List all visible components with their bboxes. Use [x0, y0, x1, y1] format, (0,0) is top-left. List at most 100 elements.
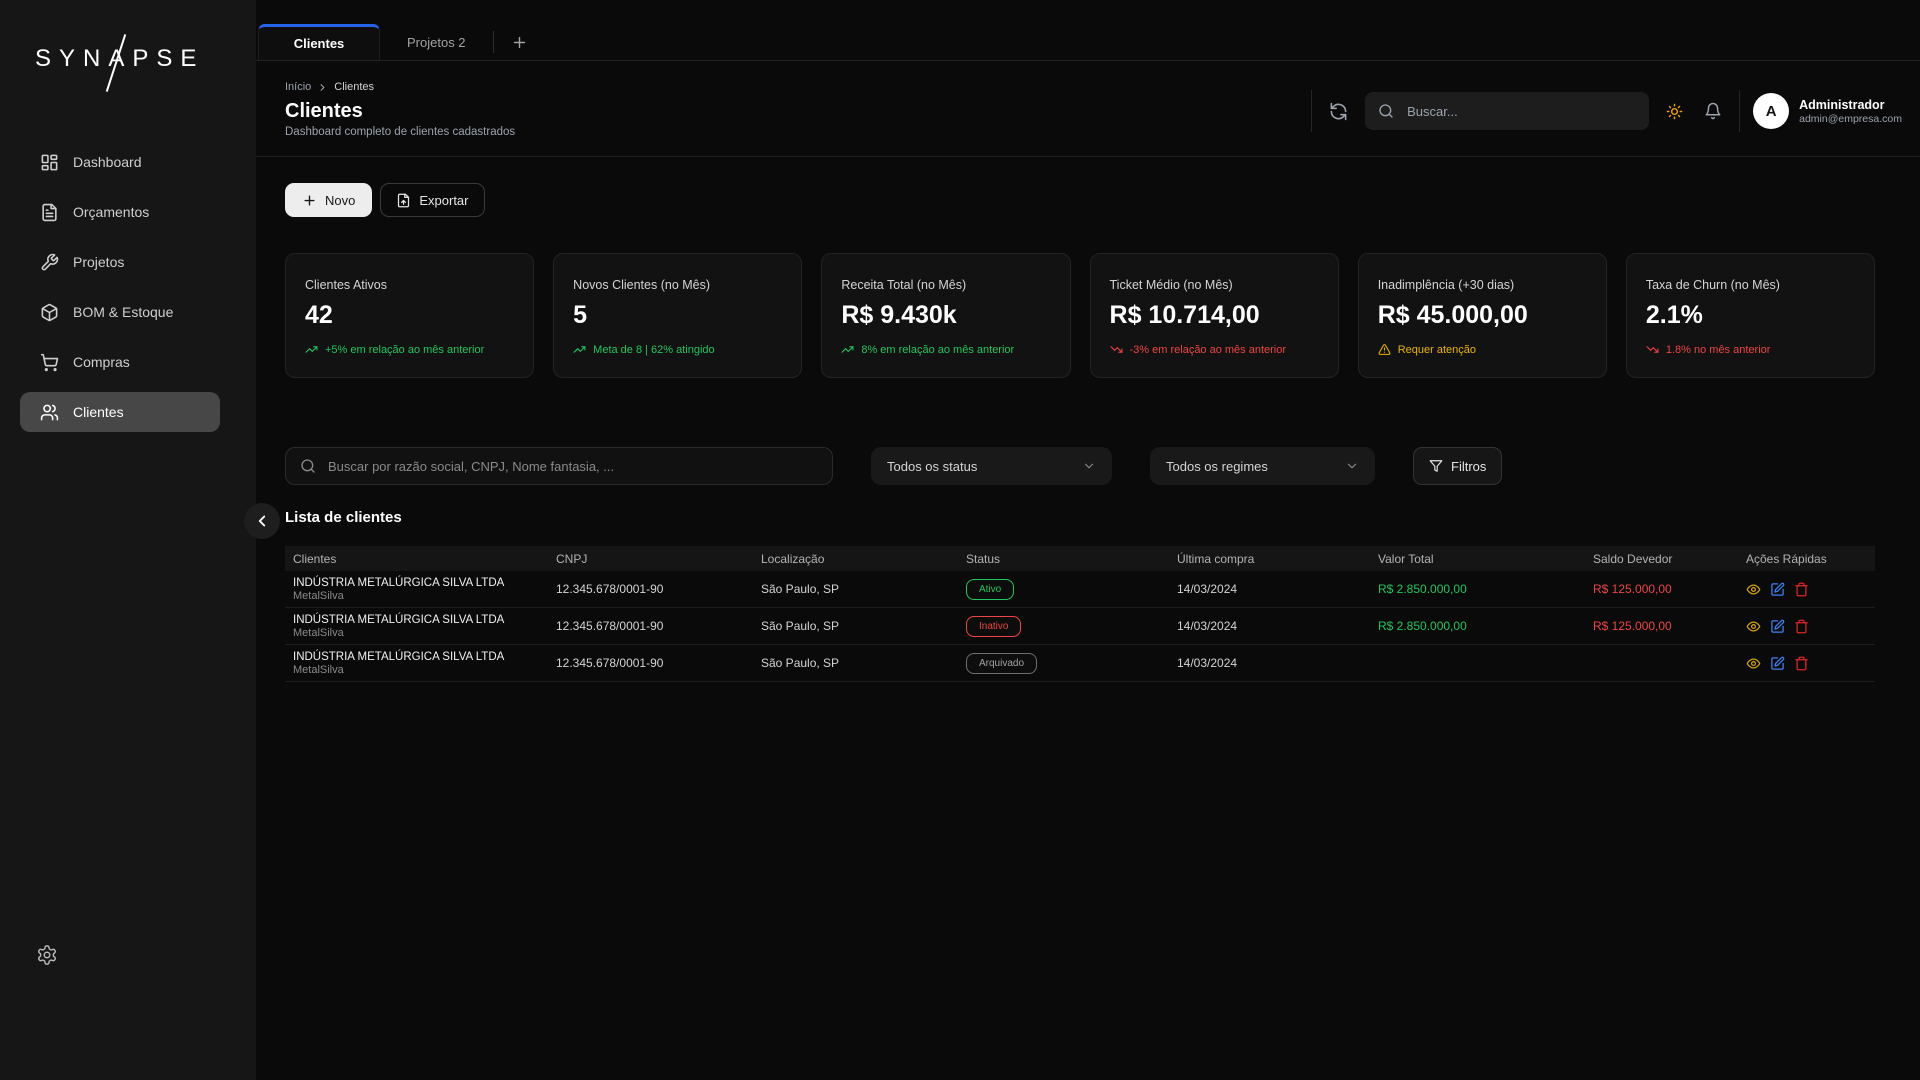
column-header-ultima-compra: Última compra — [1169, 552, 1370, 566]
refresh-icon[interactable] — [1325, 98, 1352, 125]
client-last-purchase: 14/03/2024 — [1169, 582, 1370, 596]
page-header: Início Clientes Clientes Dashboard compl… — [256, 61, 1920, 157]
tab-projetos-2[interactable]: Projetos 2 — [380, 24, 493, 60]
sidebar-item-clientes[interactable]: Clientes — [20, 392, 220, 432]
page-content: Novo Exportar Clientes Ativos 42 +5% em … — [256, 183, 1920, 682]
stat-label: Clientes Ativos — [305, 278, 514, 292]
client-last-purchase: 14/03/2024 — [1169, 619, 1370, 633]
client-search-input[interactable] — [326, 458, 818, 475]
clients-table: Clientes CNPJ Localização Status Última … — [285, 546, 1875, 682]
client-alias: MetalSilva — [293, 590, 548, 602]
status-badge: Inativo — [966, 616, 1021, 637]
table-row[interactable]: INDÚSTRIA METALÚRGICA SILVA LTDA MetalSi… — [285, 608, 1875, 645]
stat-label: Inadimplência (+30 dias) — [1378, 278, 1587, 292]
column-header-localizacao: Localização — [753, 552, 958, 566]
column-header-acoes-rapidas: Ações Rápidas — [1738, 552, 1875, 566]
sidebar-item-compras[interactable]: Compras — [20, 342, 220, 382]
global-search — [1365, 92, 1649, 130]
tab-bar: Clientes Projetos 2 — [256, 0, 1920, 61]
status-badge: Arquivado — [966, 653, 1037, 674]
edit-pencil-icon[interactable] — [1770, 582, 1785, 597]
table-row[interactable]: INDÚSTRIA METALÚRGICA SILVA LTDA MetalSi… — [285, 571, 1875, 608]
synapse-logo: SYNAPSE — [35, 45, 204, 73]
column-header-valor-total: Valor Total — [1370, 552, 1585, 566]
users-icon — [40, 403, 59, 422]
stat-value: 42 — [305, 301, 514, 330]
client-location: São Paulo, SP — [753, 656, 958, 670]
chevron-down-icon — [1345, 459, 1359, 473]
tab-label: Projetos 2 — [407, 35, 466, 50]
delete-trash-icon[interactable] — [1794, 582, 1809, 597]
client-cnpj: 12.345.678/0001-90 — [548, 619, 753, 633]
filters-button[interactable]: Filtros — [1413, 447, 1502, 485]
sidebar-item-projetos[interactable]: Projetos — [20, 242, 220, 282]
header-divider — [1311, 90, 1312, 132]
view-eye-icon[interactable] — [1746, 582, 1761, 597]
sidebar-item-orcamentos[interactable]: Orçamentos — [20, 192, 220, 232]
sidebar-item-label: Dashboard — [73, 154, 142, 170]
logo-text-right: APSE — [108, 45, 204, 72]
plus-icon — [302, 193, 317, 208]
delete-trash-icon[interactable] — [1794, 619, 1809, 634]
add-tab-button[interactable] — [494, 24, 545, 60]
global-search-input[interactable] — [1405, 103, 1636, 120]
file-export-icon — [396, 193, 411, 208]
settings-gear-icon[interactable] — [36, 944, 58, 966]
stat-card-receita-total: Receita Total (no Mês) R$ 9.430k 8% em r… — [821, 253, 1070, 378]
plus-icon — [511, 34, 528, 51]
client-cnpj: 12.345.678/0001-90 — [548, 656, 753, 670]
notifications-bell-icon[interactable] — [1700, 98, 1726, 124]
filters-button-label: Filtros — [1451, 459, 1486, 474]
page-subtitle: Dashboard completo de clientes cadastrad… — [285, 126, 515, 138]
stat-label: Ticket Médio (no Mês) — [1110, 278, 1319, 292]
tab-clientes[interactable]: Clientes — [258, 24, 380, 60]
sidebar-item-label: Orçamentos — [73, 204, 149, 220]
status-select-value: Todos os status — [887, 459, 977, 474]
package-icon — [40, 303, 59, 322]
wrench-icon — [40, 253, 59, 272]
sidebar-nav: Dashboard Orçamentos Projetos BOM & Esto… — [20, 142, 220, 442]
breadcrumb-home[interactable]: Início — [285, 81, 311, 93]
user-menu[interactable]: A Administrador admin@empresa.com — [1753, 93, 1902, 129]
sidebar-item-label: Projetos — [73, 254, 124, 270]
sidebar-collapse-button[interactable] — [244, 503, 280, 539]
stat-value: 2.1% — [1646, 301, 1855, 330]
theme-sun-icon[interactable] — [1662, 99, 1687, 124]
sidebar-item-bom-estoque[interactable]: BOM & Estoque — [20, 292, 220, 332]
logo-text-left: SYN — [35, 45, 108, 72]
shopping-cart-icon — [40, 353, 59, 372]
trending-up-icon — [841, 343, 854, 356]
stat-label: Taxa de Churn (no Mês) — [1646, 278, 1855, 292]
client-location: São Paulo, SP — [753, 619, 958, 633]
delete-trash-icon[interactable] — [1794, 656, 1809, 671]
client-name: INDÚSTRIA METALÚRGICA SILVA LTDA — [293, 614, 548, 626]
stat-trend-text: 8% em relação ao mês anterior — [861, 344, 1014, 356]
sidebar-item-label: Clientes — [73, 404, 124, 420]
edit-pencil-icon[interactable] — [1770, 619, 1785, 634]
export-button[interactable]: Exportar — [380, 183, 484, 217]
user-name: Administrador — [1799, 98, 1902, 113]
stat-value: R$ 9.430k — [841, 301, 1050, 330]
status-select[interactable]: Todos os status — [871, 447, 1112, 485]
stat-trend-text: Requer atenção — [1398, 344, 1476, 356]
client-location: São Paulo, SP — [753, 582, 958, 596]
client-last-purchase: 14/03/2024 — [1169, 656, 1370, 670]
stat-cards: Clientes Ativos 42 +5% em relação ao mês… — [285, 253, 1875, 378]
regime-select[interactable]: Todos os regimes — [1150, 447, 1375, 485]
stat-card-inadimplencia: Inadimplência (+30 dias) R$ 45.000,00 Re… — [1358, 253, 1607, 378]
stat-trend-text: Meta de 8 | 62% atingido — [593, 344, 715, 356]
dashboard-grid-icon — [40, 153, 59, 172]
breadcrumb-current: Clientes — [334, 81, 374, 93]
client-alias: MetalSilva — [293, 664, 548, 676]
trending-up-icon — [573, 343, 586, 356]
warning-triangle-icon — [1378, 343, 1391, 356]
column-header-clientes: Clientes — [285, 552, 548, 566]
view-eye-icon[interactable] — [1746, 656, 1761, 671]
view-eye-icon[interactable] — [1746, 619, 1761, 634]
table-row[interactable]: INDÚSTRIA METALÚRGICA SILVA LTDA MetalSi… — [285, 645, 1875, 682]
sidebar-item-dashboard[interactable]: Dashboard — [20, 142, 220, 182]
new-client-button[interactable]: Novo — [285, 183, 372, 217]
regime-select-value: Todos os regimes — [1166, 459, 1268, 474]
edit-pencil-icon[interactable] — [1770, 656, 1785, 671]
chevron-left-icon — [253, 512, 271, 530]
